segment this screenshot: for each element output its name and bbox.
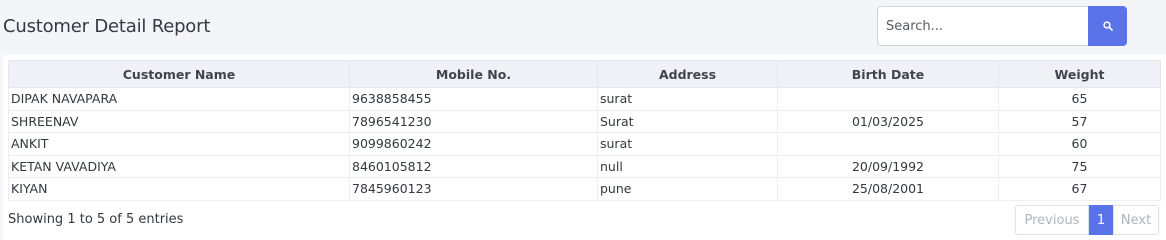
table-row[interactable]: KETAN VAVADIYA 8460105812 null 20/09/199… bbox=[8, 154, 1161, 178]
cell-address: pune bbox=[597, 177, 778, 201]
table-container: Customer Name Mobile No. Address Birth D… bbox=[8, 60, 1161, 201]
table-header-row: Customer Name Mobile No. Address Birth D… bbox=[8, 60, 1161, 88]
previous-page-button[interactable]: Previous bbox=[1015, 205, 1089, 235]
cell-customer-name: SHREENAV bbox=[8, 109, 350, 133]
cell-birth-date: 01/03/2025 bbox=[777, 109, 999, 133]
cell-customer-name: KIYAN bbox=[8, 177, 350, 201]
table-info: Showing 1 to 5 of 5 entries bbox=[8, 212, 184, 227]
cell-customer-name: ANKIT bbox=[8, 132, 350, 156]
page-header: Customer Detail Report bbox=[0, 0, 1166, 56]
column-header-customer-name[interactable]: Customer Name bbox=[8, 60, 350, 88]
cell-birth-date bbox=[777, 132, 999, 156]
cell-mobile: 8460105812 bbox=[349, 154, 598, 178]
page-title: Customer Detail Report bbox=[3, 16, 211, 37]
search-input[interactable] bbox=[877, 6, 1088, 46]
cell-mobile: 9638858455 bbox=[349, 87, 598, 111]
cell-weight: 65 bbox=[998, 87, 1161, 111]
cell-address: surat bbox=[597, 87, 778, 111]
column-header-birth-date[interactable]: Birth Date bbox=[777, 60, 999, 88]
cell-address: Surat bbox=[597, 109, 778, 133]
search-icon bbox=[1102, 21, 1113, 31]
table-row[interactable]: ANKIT 9099860242 surat 60 bbox=[8, 132, 1161, 156]
cell-address: null bbox=[597, 154, 778, 178]
table-row[interactable]: DIPAK NAVAPARA 9638858455 surat 65 bbox=[8, 87, 1161, 111]
column-header-weight[interactable]: Weight bbox=[998, 60, 1161, 88]
cell-weight: 60 bbox=[998, 132, 1161, 156]
pagination: Previous 1 Next bbox=[1015, 205, 1159, 235]
cell-weight: 67 bbox=[998, 177, 1161, 201]
page-1-button[interactable]: 1 bbox=[1089, 205, 1113, 235]
report-card: Customer Name Mobile No. Address Birth D… bbox=[3, 55, 1166, 240]
cell-mobile: 9099860242 bbox=[349, 132, 598, 156]
search-button[interactable] bbox=[1088, 6, 1127, 46]
search-group bbox=[877, 6, 1127, 46]
column-header-address[interactable]: Address bbox=[597, 60, 778, 88]
cell-weight: 75 bbox=[998, 154, 1161, 178]
cell-mobile: 7896541230 bbox=[349, 109, 598, 133]
table-row[interactable]: KIYAN 7845960123 pune 25/08/2001 67 bbox=[8, 177, 1161, 201]
cell-birth-date: 20/09/1992 bbox=[777, 154, 999, 178]
customer-table: Customer Name Mobile No. Address Birth D… bbox=[8, 60, 1161, 201]
cell-birth-date: 25/08/2001 bbox=[777, 177, 999, 201]
table-row[interactable]: SHREENAV 7896541230 Surat 01/03/2025 57 bbox=[8, 109, 1161, 133]
cell-customer-name: KETAN VAVADIYA bbox=[8, 154, 350, 178]
cell-mobile: 7845960123 bbox=[349, 177, 598, 201]
cell-customer-name: DIPAK NAVAPARA bbox=[8, 87, 350, 111]
next-page-button[interactable]: Next bbox=[1113, 205, 1159, 235]
cell-weight: 57 bbox=[998, 109, 1161, 133]
cell-address: surat bbox=[597, 132, 778, 156]
column-header-mobile-no[interactable]: Mobile No. bbox=[349, 60, 598, 88]
cell-birth-date bbox=[777, 87, 999, 111]
